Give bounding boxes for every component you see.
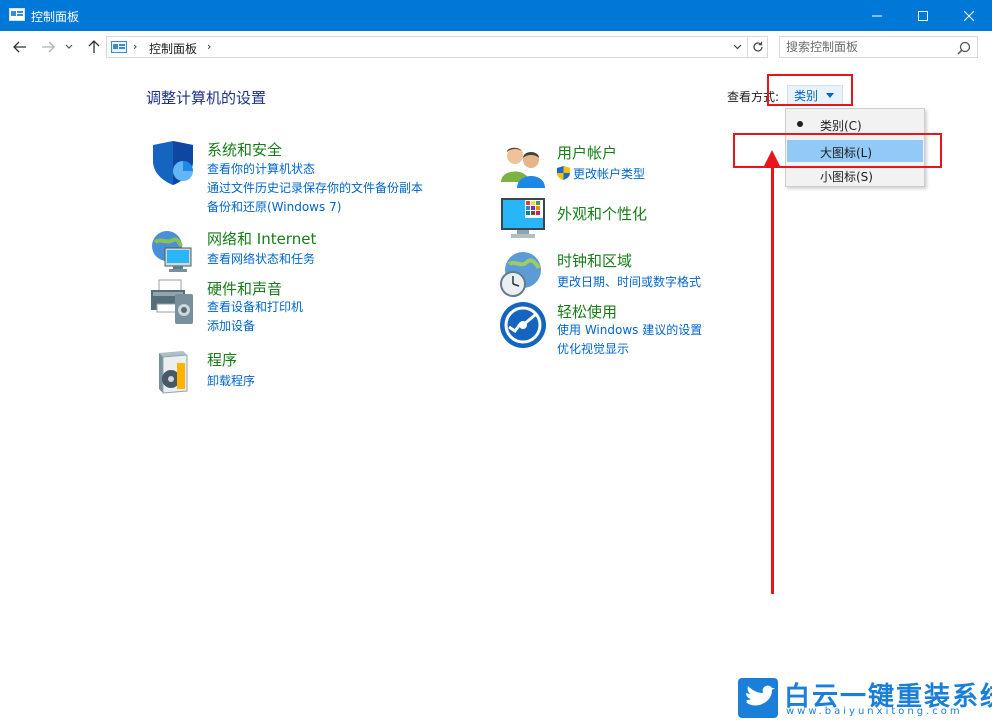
refresh-button[interactable] xyxy=(748,36,768,58)
refresh-icon xyxy=(752,41,763,52)
menu-item-label: 类别(C) xyxy=(820,119,862,133)
window-title: 控制面板 xyxy=(31,10,80,24)
bird-icon xyxy=(746,685,775,706)
chevron-down-icon xyxy=(733,44,741,50)
programs-box-icon xyxy=(159,351,188,394)
back-arrow-icon xyxy=(13,41,26,53)
bird-logo-icon xyxy=(738,678,778,718)
minimize-button[interactable] xyxy=(854,0,900,31)
search-input[interactable] xyxy=(786,39,946,55)
category-heading[interactable]: 硬件和声音 xyxy=(207,278,282,299)
watermark: 白云一键重装系统 www.baiyunxitong.com xyxy=(736,676,992,720)
ease-of-access-icon xyxy=(500,302,546,348)
annotation-arrow-shaft xyxy=(771,162,774,594)
category-link[interactable]: 更改帐户类型 xyxy=(557,165,645,182)
close-button[interactable] xyxy=(946,0,992,31)
menu-item-category[interactable]: 类别(C) xyxy=(787,113,923,135)
category-heading[interactable]: 轻松使用 xyxy=(557,301,617,322)
selected-bullet-icon xyxy=(797,121,803,127)
maximize-button[interactable] xyxy=(900,0,946,31)
address-bar[interactable]: › 控制面板 › xyxy=(106,36,748,58)
forward-button[interactable] xyxy=(37,37,59,57)
search-box[interactable] xyxy=(779,36,978,58)
category-link[interactable]: 查看网络状态和任务 xyxy=(207,250,315,267)
chevron-down-icon xyxy=(65,44,73,49)
control-panel-icon xyxy=(111,41,127,53)
up-arrow-icon xyxy=(88,40,100,53)
minimize-icon xyxy=(872,15,882,16)
category-heading[interactable]: 外观和个性化 xyxy=(557,203,647,224)
category-link[interactable]: 更改日期、时间或数字格式 xyxy=(557,273,701,290)
page-title: 调整计算机的设置 xyxy=(146,89,267,107)
category-heading[interactable]: 系统和安全 xyxy=(207,139,282,160)
category-link[interactable]: 查看你的计算机状态 xyxy=(207,160,315,177)
category-link[interactable]: 添加设备 xyxy=(207,317,255,334)
category-heading[interactable]: 程序 xyxy=(207,349,237,370)
annotation-highlight-box xyxy=(767,74,853,106)
shield-icon xyxy=(153,141,193,185)
printer-icon xyxy=(151,279,193,324)
network-globe-icon xyxy=(152,231,192,272)
category-heading[interactable]: 用户帐户 xyxy=(557,142,617,163)
annotation-arrow-head-icon xyxy=(764,150,780,166)
title-bar: 控制面板 xyxy=(0,0,992,31)
menu-item-label: 小图标(S) xyxy=(820,170,873,184)
maximize-icon xyxy=(918,10,928,21)
clock-globe-icon xyxy=(500,252,541,297)
forward-arrow-icon xyxy=(42,41,55,53)
breadcrumb-control-panel[interactable]: 控制面板 xyxy=(149,40,197,57)
category-link[interactable]: 通过文件历史记录保存你的文件备份副本 xyxy=(207,179,423,196)
watermark-url: www.baiyunxitong.com xyxy=(786,706,963,717)
monitor-personalization-icon xyxy=(501,198,545,238)
category-heading[interactable]: 网络和 Internet xyxy=(207,228,316,249)
category-link[interactable]: 查看设备和打印机 xyxy=(207,298,303,315)
category-link[interactable]: 备份和还原(Windows 7) xyxy=(207,198,341,215)
address-dropdown-button[interactable] xyxy=(729,39,745,55)
breadcrumb-separator-icon[interactable]: › xyxy=(133,40,137,53)
close-icon xyxy=(964,10,974,21)
recent-locations-button[interactable] xyxy=(62,37,76,57)
category-link[interactable]: 卸载程序 xyxy=(207,372,255,389)
search-icon[interactable] xyxy=(957,41,971,55)
category-link[interactable]: 优化视觉显示 xyxy=(557,340,629,357)
category-link[interactable]: 使用 Windows 建议的设置 xyxy=(557,321,702,338)
back-button[interactable] xyxy=(9,37,31,57)
control-panel-icon xyxy=(9,8,25,21)
category-link-label: 更改帐户类型 xyxy=(573,167,646,181)
breadcrumb-separator-icon[interactable]: › xyxy=(207,40,211,53)
users-icon xyxy=(501,147,545,188)
category-heading[interactable]: 时钟和区域 xyxy=(557,250,632,271)
uac-shield-icon xyxy=(557,166,570,180)
up-button[interactable] xyxy=(83,37,105,57)
